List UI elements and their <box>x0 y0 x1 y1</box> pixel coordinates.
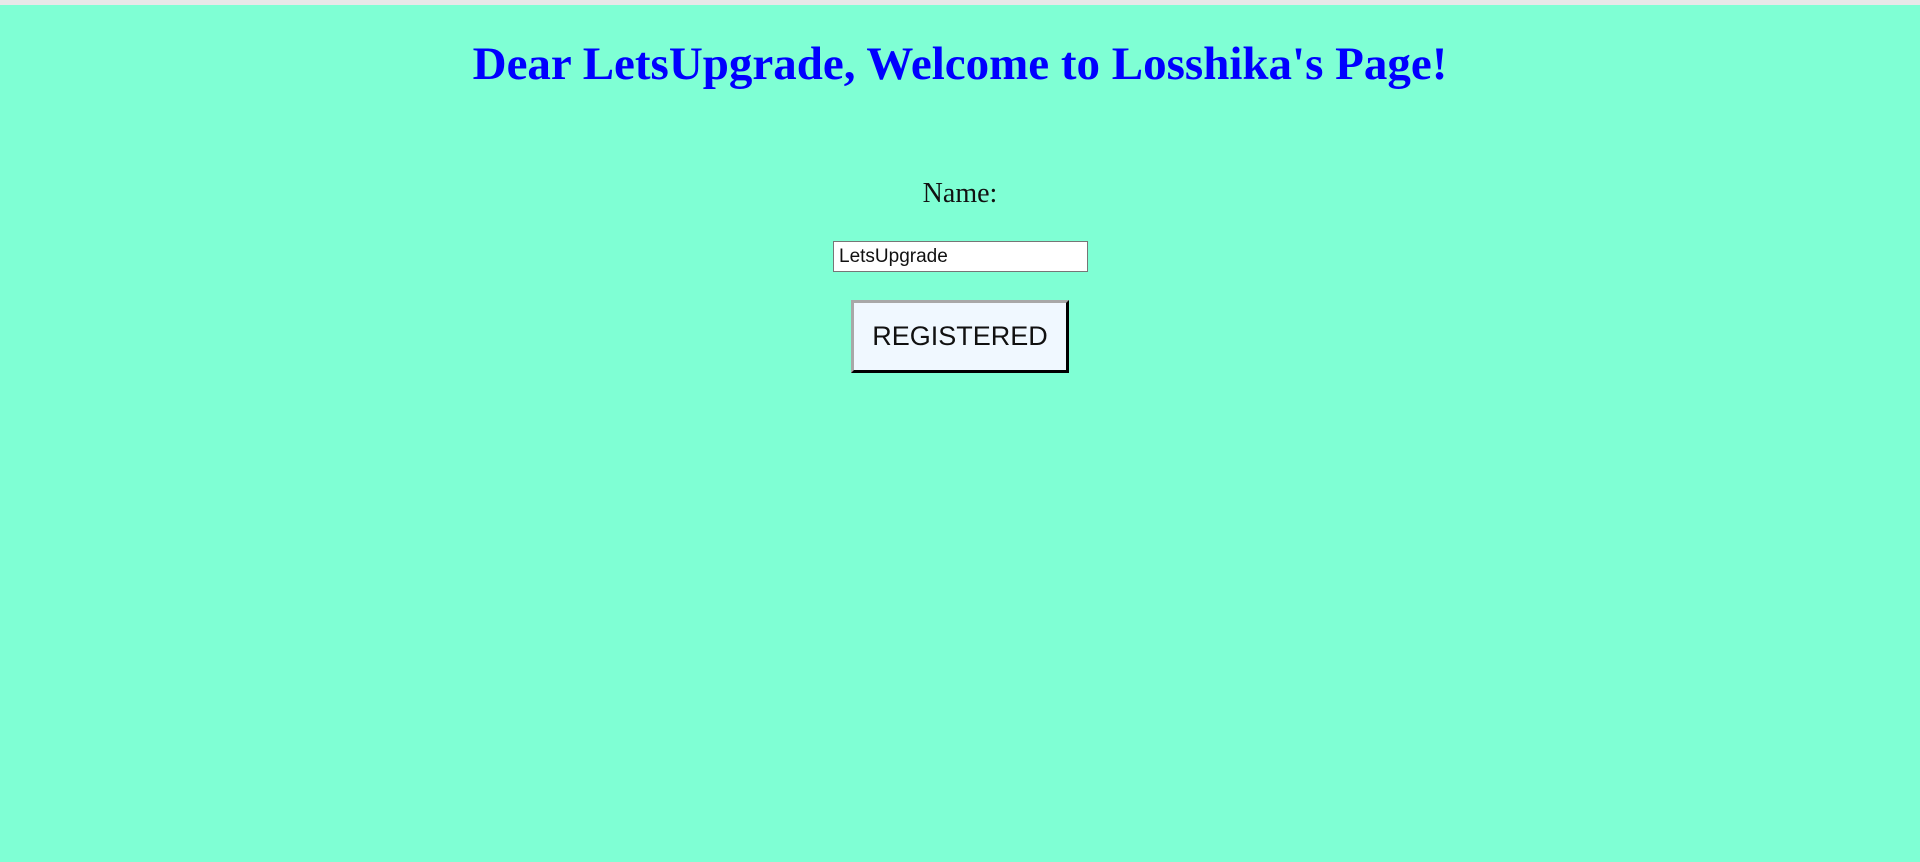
name-input[interactable] <box>833 241 1088 272</box>
page-title: Dear LetsUpgrade, Welcome to Losshika's … <box>472 38 1448 90</box>
registered-button[interactable]: REGISTERED <box>851 300 1069 373</box>
page-body: Dear LetsUpgrade, Welcome to Losshika's … <box>0 5 1920 862</box>
name-label: Name: <box>922 178 998 209</box>
